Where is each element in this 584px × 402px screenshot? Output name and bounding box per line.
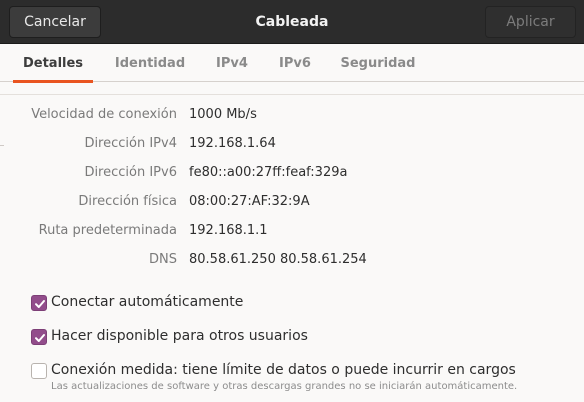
auto-connect-label: Conectar automáticamente — [51, 294, 244, 310]
share-label: Hacer disponible para otros usuarios — [51, 328, 308, 344]
detail-row-dns: DNS 80.58.61.250 80.58.61.254 — [0, 252, 584, 272]
detail-row-gateway: Ruta predeterminada 192.168.1.1 — [0, 223, 584, 243]
tab-details[interactable]: Detalles — [13, 44, 93, 83]
tab-bar: Detalles Identidad IPv4 IPv6 Seguridad — [0, 44, 584, 83]
detail-label: Dirección física — [78, 194, 177, 209]
auto-connect-checkbox[interactable] — [31, 295, 47, 311]
tab-identity[interactable]: Identidad — [107, 44, 193, 82]
metered-label: Conexión medida: tiene límite de datos o… — [51, 362, 516, 378]
divider — [0, 94, 584, 95]
detail-value: fe80::a00:27ff:feaf:329a — [189, 165, 348, 180]
apply-button[interactable]: Aplicar — [485, 6, 576, 38]
metered-description: Las actualizaciones de software y otras … — [51, 381, 518, 392]
metered-checkbox[interactable] — [31, 363, 47, 379]
header-bar: Cancelar Cableada Aplicar — [0, 0, 584, 44]
detail-value: 80.58.61.250 80.58.61.254 — [189, 252, 367, 267]
share-checkbox[interactable] — [31, 329, 47, 345]
auto-connect-option[interactable]: Conectar automáticamente — [31, 294, 451, 314]
checkmark-icon — [35, 334, 45, 342]
tab-security[interactable]: Seguridad — [333, 44, 423, 82]
detail-label: Dirección IPv6 — [84, 165, 177, 180]
detail-value: 192.168.1.64 — [189, 136, 276, 151]
detail-label: Dirección IPv4 — [84, 136, 177, 151]
tab-ipv4[interactable]: IPv4 — [207, 44, 257, 82]
detail-value: 08:00:27:AF:32:9A — [189, 194, 310, 209]
detail-value: 1000 Mb/s — [189, 107, 257, 122]
tab-ipv6[interactable]: IPv6 — [270, 44, 320, 82]
detail-row-speed: Velocidad de conexión 1000 Mb/s — [0, 107, 584, 127]
detail-value: 192.168.1.1 — [189, 223, 268, 238]
detail-row-ipv6: Dirección IPv6 fe80::a00:27ff:feaf:329a — [0, 165, 584, 185]
metered-option[interactable]: Conexión medida: tiene límite de datos o… — [31, 362, 579, 398]
detail-label: Ruta predeterminada — [38, 223, 177, 238]
detail-row-ipv4: Dirección IPv4 192.168.1.64 — [0, 136, 584, 156]
detail-label: DNS — [149, 252, 177, 267]
detail-label: Velocidad de conexión — [31, 107, 177, 122]
detail-row-mac: Dirección física 08:00:27:AF:32:9A — [0, 194, 584, 214]
checkmark-icon — [35, 300, 45, 308]
share-option[interactable]: Hacer disponible para otros usuarios — [31, 328, 451, 348]
network-settings-dialog: Cancelar Cableada Aplicar Detalles Ident… — [0, 0, 584, 402]
